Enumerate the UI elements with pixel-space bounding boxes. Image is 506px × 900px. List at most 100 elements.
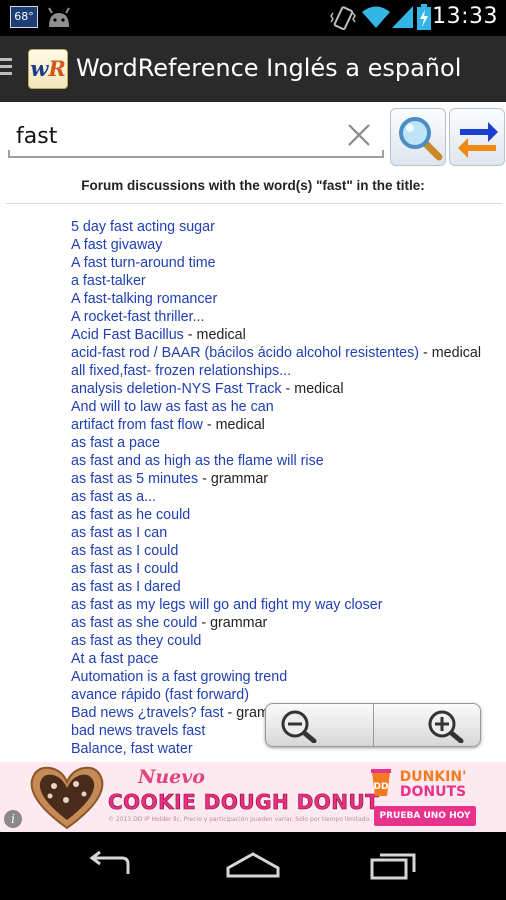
coffee-cup-icon: DD (370, 768, 392, 802)
status-bar: 68° 13:33 (0, 0, 506, 36)
clock: 13:33 (432, 4, 498, 29)
ad-cta-button[interactable]: PRUEBA UNO HOY (374, 806, 476, 826)
forum-result-link[interactable]: as fast as she could (71, 615, 197, 631)
forum-result-link[interactable]: And will to law as fast as he can (71, 399, 274, 415)
forum-result-item: analysis deletion-NYS Fast Track - medic… (71, 380, 506, 398)
forum-result-item: acid-fast rod / BAAR (bácilos ácido alco… (71, 344, 506, 362)
forum-heading: Forum discussions with the word(s) "fast… (81, 178, 425, 193)
forum-result-item: Acid Fast Bacillus - medical (71, 326, 506, 344)
forum-result-item: as fast and as high as the flame will ri… (71, 452, 506, 470)
forum-result-category: - medical (202, 417, 265, 433)
menu-icon[interactable] (0, 58, 14, 80)
wifi-icon (362, 5, 390, 33)
swap-language-button[interactable] (449, 108, 505, 166)
ad-headline: COOKIE DOUGH DONUT (108, 790, 380, 815)
search-row (0, 102, 506, 172)
search-button[interactable] (390, 108, 446, 166)
ad-brand-line2: DONUTS (399, 784, 467, 800)
forum-result-link[interactable]: as fast as I dared (71, 579, 181, 595)
app-bar: wR WordReference Inglés a español (0, 36, 506, 102)
forum-result-link[interactable]: A fast-talking romancer (71, 291, 217, 307)
forum-result-item: as fast as I could (71, 542, 506, 560)
forum-result-item: as fast as my legs will go and fight my … (71, 596, 506, 614)
forum-result-category: - gram (223, 705, 269, 721)
forum-result-item: as fast as I can (71, 524, 506, 542)
forum-result-item: A fast-talking romancer (71, 290, 506, 308)
forum-result-link[interactable]: A fast turn-around time (71, 255, 216, 271)
app-screen: 68° 13:33 wR WordReference Inglés a espa… (0, 0, 506, 900)
forum-result-link[interactable]: as fast as they could (71, 633, 201, 649)
forum-result-item: A rocket-fast thriller... (71, 308, 506, 326)
forum-result-item: as fast as 5 minutes - grammar (71, 470, 506, 488)
forum-result-link[interactable]: bad news travels fast (71, 723, 205, 739)
forum-result-link[interactable]: Balance, fast water (71, 741, 193, 757)
ad-banner[interactable]: i Nuevo COOKIE DOUGH DONUT © 2013 DD IP … (0, 762, 506, 832)
forum-result-item: avance rápido (fast forward) (71, 686, 506, 704)
forum-result-item: as fast as he could (71, 506, 506, 524)
forum-result-category: - grammar (198, 471, 269, 487)
battery-charging-icon (417, 4, 431, 34)
forum-results-list: 5 day fast acting sugar A fast givaway A f… (71, 218, 506, 758)
forum-result-category: - medical (419, 345, 482, 361)
forum-result-link[interactable]: At a fast pace (71, 651, 158, 667)
divider (6, 203, 502, 204)
forum-result-link[interactable]: analysis deletion-NYS Fast Track (71, 381, 282, 397)
forum-result-item: as fast as they could (71, 632, 506, 650)
forum-result-category: - grammar (197, 615, 268, 631)
temperature-badge: 68° (10, 6, 38, 28)
forum-result-item: At a fast pace (71, 650, 506, 668)
forum-result-link[interactable]: a fast-talker (71, 273, 146, 289)
forum-result-item: as fast as I could (71, 560, 506, 578)
forum-result-link[interactable]: as fast as a... (71, 489, 156, 505)
forum-result-link[interactable]: as fast as I could (71, 543, 178, 559)
forum-result-item: all fixed,fast- frozen relationships... (71, 362, 506, 380)
forum-result-link[interactable]: as fast as I could (71, 561, 178, 577)
forum-result-link[interactable]: A fast givaway (71, 237, 162, 253)
ad-nuevo-label: Nuevo (138, 766, 205, 788)
forum-result-link[interactable]: acid-fast rod / BAAR (bácilos ácido alco… (71, 345, 419, 361)
forum-result-item: And will to law as fast as he can (71, 398, 506, 416)
android-icon (46, 7, 72, 33)
forum-result-item: as fast as she could - grammar (71, 614, 506, 632)
forum-result-item: as fast a pace (71, 434, 506, 452)
forum-result-link[interactable]: as fast as he could (71, 507, 190, 523)
forum-result-item: as fast as a... (71, 488, 506, 506)
ad-info-icon[interactable]: i (4, 810, 22, 828)
back-icon[interactable] (84, 850, 138, 884)
ad-fine-print: © 2013 DD IP Holder llc. Precio y partic… (108, 816, 371, 823)
forum-result-link[interactable]: as fast and as high as the flame will ri… (71, 453, 324, 469)
app-logo[interactable]: wR (28, 49, 68, 89)
vibrate-icon (330, 6, 356, 34)
forum-result-link[interactable]: as fast as my legs will go and fight my … (71, 597, 382, 613)
zoom-in-button[interactable] (374, 704, 481, 746)
results-content: Forum discussions with the word(s) "fast… (0, 172, 506, 762)
forum-result-link[interactable]: all fixed,fast- frozen relationships... (71, 363, 291, 379)
forum-result-item: A fast turn-around time (71, 254, 506, 272)
forum-result-item: Automation is a fast growing trend (71, 668, 506, 686)
heart-donut-icon (26, 764, 108, 832)
signal-icon (392, 5, 414, 33)
forum-result-item: as fast as I dared (71, 578, 506, 596)
clear-icon[interactable] (346, 122, 372, 148)
search-input[interactable] (16, 118, 336, 154)
forum-result-link[interactable]: as fast as I can (71, 525, 167, 541)
forum-result-link[interactable]: Bad news ¿travels? fast (71, 705, 224, 721)
svg-text:DD: DD (374, 782, 389, 792)
forum-result-link[interactable]: avance rápido (fast forward) (71, 687, 249, 703)
forum-result-item: A fast givaway (71, 236, 506, 254)
forum-result-link[interactable]: as fast a pace (71, 435, 160, 451)
forum-result-link[interactable]: as fast as 5 minutes (71, 471, 198, 487)
zoom-out-button[interactable] (266, 704, 373, 746)
forum-result-item: a fast-talker (71, 272, 506, 290)
ad-brand-line1: DUNKIN' (399, 769, 467, 785)
forum-result-link[interactable]: Automation is a fast growing trend (71, 669, 287, 685)
home-icon[interactable] (224, 850, 282, 884)
recent-apps-icon[interactable] (368, 850, 418, 884)
app-title: WordReference Inglés a español (76, 54, 462, 82)
forum-result-item: artifact from fast flow - medical (71, 416, 506, 434)
forum-result-link[interactable]: A rocket-fast thriller... (71, 309, 204, 325)
forum-result-link[interactable]: artifact from fast flow (71, 417, 203, 433)
forum-result-link[interactable]: Acid Fast Bacillus (71, 327, 184, 343)
zoom-controls (265, 703, 481, 747)
forum-result-link[interactable]: 5 day fast acting sugar (71, 219, 215, 235)
